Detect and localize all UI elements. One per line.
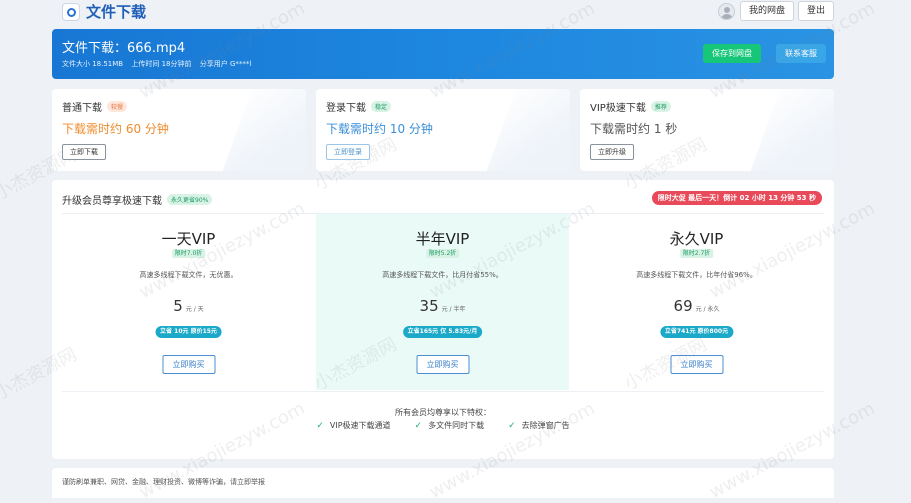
page-title: 文件下载 [86,3,147,21]
perk-item: ✓ 去除弹窗广告 [508,420,570,431]
upload-time: 上传时间 18分钟前 [131,60,192,68]
divider [62,391,824,392]
card-title: 普通下载 [62,103,102,114]
plan-card-half-year: 半年VIP 限时5.2折 高速多线程下载文件，比月付省55%。 35 元 / 半年… [316,214,569,390]
buy-now-button[interactable]: 立即购买 [670,355,723,374]
plan-description: 高速多线程下载文件，比年付省96%。 [636,271,757,279]
price-value: 69 [673,297,693,315]
perk-label: VIP极速下载通道 [329,421,391,430]
price-unit: 元 / 永久 [695,306,720,313]
normal-download-card: 普通下载 较慢 下载需时约 60 分钟 立即下载 [52,89,306,171]
save-to-disk-button[interactable]: 保存到网盘 [703,44,761,63]
vip-download-card: VIP极速下载 推荐 下载需时约 1 秒 立即升级 [580,89,834,171]
perks-list: ✓ VIP极速下载通道 ✓ 多文件同时下载 ✓ 去除弹窗广告 [52,420,834,431]
check-icon: ✓ [414,420,423,431]
savings-pill: 立省741元 原价800元 [659,326,734,338]
discount-badge: 限时2.7折 [679,249,714,258]
card-title: 登录下载 [326,103,366,114]
plan-description: 高速多线程下载文件，无优惠。 [139,271,238,279]
plan-price: 35 元 / 半年 [316,296,569,315]
check-icon: ✓ [316,420,324,431]
promo-countdown-badge: 限时大促 最后一天！倒计 02 小时 13 分钟 53 秒 [651,191,822,205]
speed-tag: 较慢 [107,101,128,112]
card-title: VIP极速下载 [590,103,646,114]
price-value: 35 [419,297,439,315]
login-now-button[interactable]: 立即登录 [326,144,370,160]
discount-badge: 限时5.2折 [425,249,460,258]
file-info-banner: 文件下载：666.mp4 文件大小 18.51MB 上传时间 18分钟前 分享用… [52,29,834,79]
perk-item: ✓ 多文件同时下载 [415,420,485,431]
plan-card-permanent: 永久VIP 限时2.7折 高速多线程下载文件，比年付省96%。 69 元 / 永久… [570,214,823,390]
plan-name: 一天VIP [161,230,216,248]
check-icon: ✓ [508,420,516,431]
perk-label: 去除弹窗广告 [521,421,570,430]
speed-tag: 稳定 [371,101,392,112]
logout-button[interactable]: 登出 [798,1,835,21]
plan-price: 69 元 / 永久 [570,296,823,315]
my-disk-button[interactable]: 我的网盘 [740,1,795,21]
fraud-notice: 谨防刷单兼职、网贷、金融、理财投资、微博等诈骗，请立即举报 [52,468,834,498]
file-title: 文件下载：666.mp4 [62,41,186,56]
upgrade-now-button[interactable]: 立即升级 [590,144,634,160]
plan-description: 高速多线程下载文件，比月付省55%。 [382,271,503,279]
download-time: 下载需时约 1 秒 [590,122,678,136]
fraud-notice-text: 谨防刷单兼职、网贷、金融、理财投资、微博等诈骗，请立即举报 [62,478,265,486]
download-time: 下载需时约 10 分钟 [326,122,433,136]
savings-pill: 立省165元 仅 5.83元/月 [402,326,483,338]
price-unit: 元 / 天 [185,306,204,313]
discount-badge: 限时7.0折 [171,249,206,258]
plan-name: 永久VIP [669,230,724,248]
download-now-button[interactable]: 立即下载 [62,144,106,160]
plan-card-day: 一天VIP 限时7.0折 高速多线程下载文件，无优惠。 5元 / 天 立省 10… [62,214,315,390]
user-avatar-icon[interactable] [718,3,735,20]
perks-title: 所有会员均尊享以下特权： [395,408,491,417]
perk-label: 多文件同时下载 [428,421,485,430]
file-size: 文件大小 18.51MB [62,60,124,68]
price-unit: 元 / 半年 [441,306,466,313]
login-download-card: 登录下载 稳定 下载需时约 10 分钟 立即登录 [316,89,570,171]
vip-save-tag: 永久更省90% [167,194,213,205]
plan-name: 半年VIP [415,230,470,248]
share-user: 分享用户 G****l [199,60,252,68]
price-value: 5 [173,297,183,315]
vip-upgrade-section: 升级会员尊享极速下载 永久更省90% 限时大促 最后一天！倒计 02 小时 13 … [52,180,834,459]
perk-item: ✓ VIP极速下载通道 [316,420,390,431]
file-app-icon [62,3,80,21]
savings-pill: 立省 10元 原价15元 [155,326,222,338]
vip-section-title: 升级会员尊享极速下载 [62,196,162,207]
download-time: 下载需时约 60 分钟 [62,122,169,136]
buy-now-button[interactable]: 立即购买 [162,355,215,374]
speed-tag: 推荐 [650,101,671,112]
top-bar: 文件下载 我的网盘 登出 [0,0,911,24]
contact-service-button[interactable]: 联系客服 [776,44,826,63]
plan-price: 5元 / 天 [62,296,315,315]
file-meta: 文件大小 18.51MB 上传时间 18分钟前 分享用户 G****l [62,59,257,69]
buy-now-button[interactable]: 立即购买 [416,355,469,374]
